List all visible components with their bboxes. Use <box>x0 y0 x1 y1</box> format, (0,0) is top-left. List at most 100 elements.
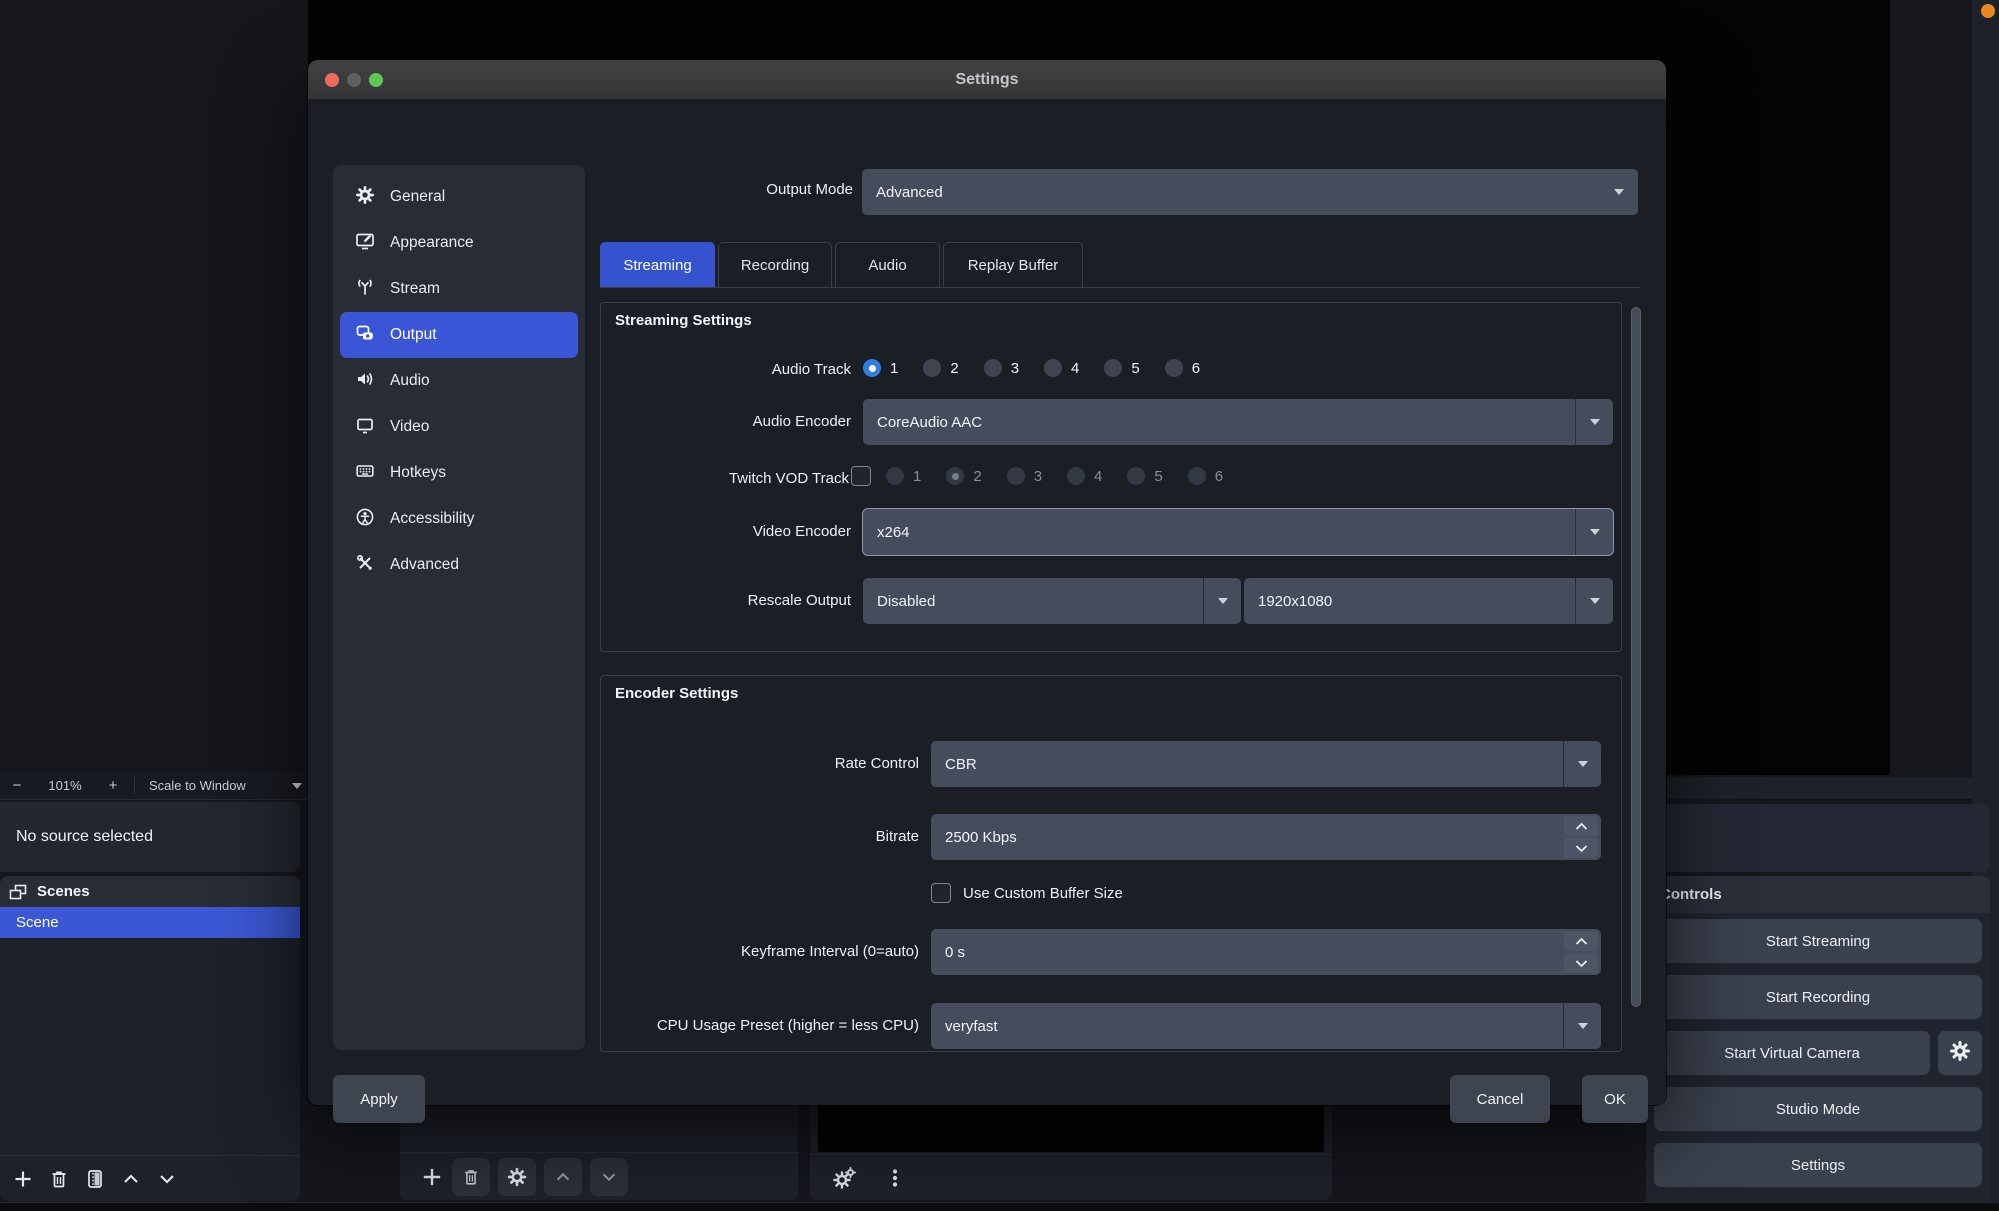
tab-replay-buffer[interactable]: Replay Buffer <box>943 242 1083 288</box>
vod-radio-track-4[interactable] <box>1067 467 1086 485</box>
spinner-down-button[interactable] <box>1564 953 1598 973</box>
scene-list-item[interactable]: Scene <box>0 907 300 938</box>
radio-track-4[interactable] <box>1044 359 1063 377</box>
minimize-window-button[interactable] <box>347 73 361 87</box>
bitrate-field[interactable]: 2500 Kbps <box>931 814 1601 860</box>
radio-label: 4 <box>1071 359 1080 377</box>
virtual-camera-settings-button[interactable] <box>1938 1031 1982 1075</box>
rescale-resolution-value: 1920x1080 <box>1258 592 1333 610</box>
video-encoder-dropdown[interactable]: x264 <box>863 509 1613 555</box>
tab-audio[interactable]: Audio <box>835 242 940 288</box>
remove-scene-button[interactable] <box>48 1168 70 1190</box>
sidebar-item-label: General <box>390 188 446 205</box>
studio-mode-button[interactable]: Studio Mode <box>1654 1087 1982 1131</box>
spinner-up-button[interactable] <box>1564 931 1598 951</box>
sidebar-item-label: Output <box>390 326 437 343</box>
scrollbar-thumb[interactable] <box>1631 307 1641 1007</box>
sidebar-item-stream[interactable]: Stream <box>340 266 578 312</box>
dialog-titlebar[interactable]: Settings <box>308 60 1666 100</box>
zoom-window-button[interactable] <box>369 73 383 87</box>
move-source-up-button[interactable] <box>544 1157 582 1196</box>
zoom-in-button[interactable]: + <box>96 777 130 794</box>
add-source-button[interactable] <box>420 1165 444 1189</box>
keyframe-spinner <box>1564 931 1598 973</box>
sidebar-item-audio[interactable]: Audio <box>340 358 578 404</box>
mixer-content-area <box>818 1105 1324 1152</box>
output-mode-dropdown[interactable]: Advanced <box>862 169 1638 215</box>
vod-radio-track-2[interactable] <box>946 467 965 485</box>
audio-encoder-value: CoreAudio AAC <box>877 413 983 431</box>
sidebar-item-label: Advanced <box>390 556 459 573</box>
radio-track-1[interactable] <box>863 359 881 377</box>
sources-dock-toolbar <box>400 1152 798 1200</box>
move-scene-up-button[interactable] <box>120 1168 142 1190</box>
tab-streaming[interactable]: Streaming <box>600 242 715 288</box>
sidebar-item-appearance[interactable]: Appearance <box>340 220 578 266</box>
start-recording-button[interactable]: Start Recording <box>1654 975 1982 1019</box>
scene-filters-button[interactable] <box>84 1168 106 1190</box>
spinner-down-button[interactable] <box>1564 838 1598 858</box>
sidebar-item-video[interactable]: Video <box>340 404 578 450</box>
zoom-out-button[interactable]: − <box>0 777 34 794</box>
close-window-button[interactable] <box>325 73 339 87</box>
chevron-down-icon[interactable] <box>292 782 302 789</box>
radio-label: 2 <box>973 467 982 485</box>
sidebar-item-general[interactable]: General <box>340 174 578 220</box>
radio-track-6[interactable] <box>1164 359 1183 377</box>
sidebar-item-advanced[interactable]: Advanced <box>340 542 578 588</box>
sidebar-item-hotkeys[interactable]: Hotkeys <box>340 450 578 496</box>
apply-button[interactable]: Apply <box>333 1075 425 1123</box>
scale-mode-dropdown[interactable]: Scale to Window <box>139 778 292 793</box>
zoom-level-value: 101% <box>48 778 82 793</box>
advanced-audio-properties-button[interactable] <box>832 1165 858 1191</box>
source-properties-button[interactable] <box>498 1157 536 1196</box>
vod-radio-track-5[interactable] <box>1127 467 1146 485</box>
vod-radio-track-1[interactable] <box>886 467 904 485</box>
rate-control-value: CBR <box>945 755 977 773</box>
ok-button[interactable]: OK <box>1582 1075 1648 1123</box>
radio-label: 6 <box>1191 359 1201 377</box>
sidebar-item-output[interactable]: Output <box>340 312 578 358</box>
remove-source-button[interactable] <box>452 1157 490 1196</box>
twitch-vod-checkbox[interactable] <box>851 466 871 486</box>
custom-buffer-checkbox[interactable] <box>931 883 951 903</box>
controls-dock-header: Controls <box>1646 876 1990 913</box>
audio-encoder-dropdown[interactable]: CoreAudio AAC <box>863 399 1613 445</box>
mixer-menu-kebab-icon[interactable] <box>884 1167 906 1189</box>
controls-dock: Controls Start Streaming Start Recording… <box>1646 876 1990 1211</box>
output-mode-label: Output Mode <box>766 181 853 198</box>
spinner-up-button[interactable] <box>1564 816 1598 836</box>
radio-track-2[interactable] <box>923 359 942 377</box>
chevron-down-icon <box>1600 169 1638 215</box>
source-properties-panel: No source selected <box>0 802 300 872</box>
audio-mixer-toolbar <box>810 1154 1332 1200</box>
keyframe-interval-field[interactable]: 0 s <box>931 929 1601 975</box>
radio-track-5[interactable] <box>1104 359 1123 377</box>
move-scene-down-button[interactable] <box>156 1168 178 1190</box>
dialog-body: General Appearance Stream Output Audio V… <box>308 100 1666 1123</box>
tab-recording[interactable]: Recording <box>718 242 832 288</box>
settings-scrollbar[interactable] <box>1630 305 1642 1110</box>
cancel-button[interactable]: Cancel <box>1450 1075 1550 1123</box>
audio-icon <box>355 369 375 394</box>
cpu-preset-dropdown[interactable]: veryfast <box>931 1003 1601 1049</box>
settings-dialog: Settings General Appearance Stream Outpu… <box>308 60 1666 1123</box>
scene-list-area[interactable] <box>0 938 300 1158</box>
rescale-output-dropdown[interactable]: Disabled <box>863 578 1241 624</box>
settings-button[interactable]: Settings <box>1654 1143 1982 1187</box>
rate-control-dropdown[interactable]: CBR <box>931 741 1601 787</box>
bitrate-spinner <box>1564 816 1598 858</box>
custom-buffer-label: Use Custom Buffer Size <box>963 885 1123 902</box>
rescale-output-label: Rescale Output <box>747 592 851 609</box>
move-source-down-button[interactable] <box>590 1157 628 1196</box>
sidebar-item-label: Video <box>390 418 430 435</box>
start-streaming-button[interactable]: Start Streaming <box>1654 919 1982 963</box>
add-scene-button[interactable] <box>12 1168 34 1190</box>
vod-radio-track-3[interactable] <box>1006 467 1025 485</box>
rescale-resolution-combo[interactable]: 1920x1080 <box>1244 578 1613 624</box>
vod-radio-track-6[interactable] <box>1187 467 1206 485</box>
start-virtual-camera-button[interactable]: Start Virtual Camera <box>1654 1031 1930 1075</box>
sidebar-item-accessibility[interactable]: Accessibility <box>340 496 578 542</box>
streaming-settings-title: Streaming Settings <box>615 312 752 329</box>
radio-track-3[interactable] <box>983 359 1002 377</box>
